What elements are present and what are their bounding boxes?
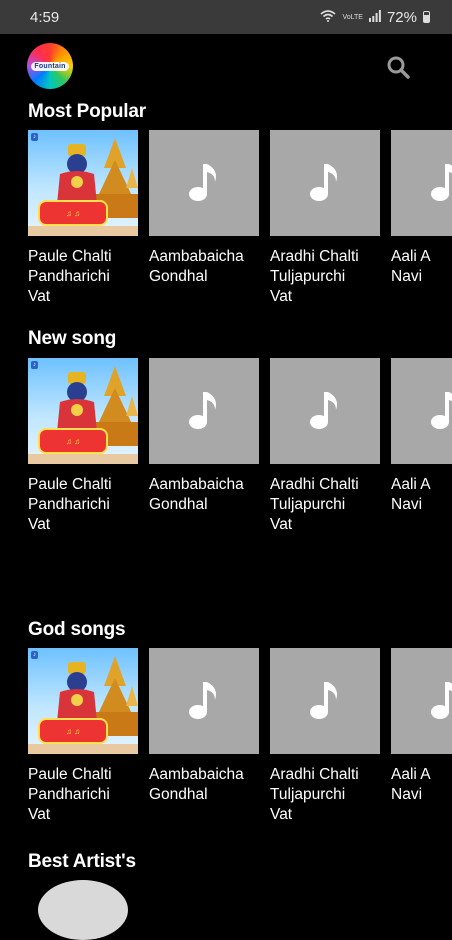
song-card[interactable]: ♪ ♫ ♫ Paule Chalti Pandharichi Vat xyxy=(28,130,138,307)
song-card[interactable]: Aradhi Chalti Tuljapurchi Vat xyxy=(270,130,380,307)
song-card[interactable]: Aali A Navi xyxy=(391,648,452,805)
album-art[interactable]: ♪ ♫ ♫ xyxy=(28,130,138,236)
album-banner: ♫ ♫ xyxy=(38,428,108,454)
song-title[interactable]: Aambabaicha Gondhal xyxy=(149,765,259,805)
song-title[interactable]: Aradhi Chalti Tuljapurchi Vat xyxy=(270,475,380,535)
song-row-most-popular[interactable]: ♪ ♫ ♫ Paule Chalti Pandharichi Vat Aamba… xyxy=(0,130,452,310)
song-row-new-song[interactable]: ♪ ♫ ♫ Paule Chalti Pandharichi Vat Aamba… xyxy=(0,358,452,538)
song-title[interactable]: Paule Chalti Pandharichi Vat xyxy=(28,475,138,535)
section-title-best-artists: Best Artist's xyxy=(28,851,136,872)
artist-avatar[interactable] xyxy=(38,880,128,940)
search-icon[interactable] xyxy=(386,55,410,79)
music-note-icon xyxy=(431,392,452,429)
song-card[interactable]: ♪ ♫ ♫ Paule Chalti Pandharichi Vat xyxy=(28,648,138,825)
status-time: 4:59 xyxy=(30,8,60,26)
song-title[interactable]: Aradhi Chalti Tuljapurchi Vat xyxy=(270,247,380,307)
song-title[interactable]: Aradhi Chalti Tuljapurchi Vat xyxy=(270,765,380,825)
album-art[interactable]: ♪ ♫ ♫ xyxy=(28,358,138,464)
logo-text: Fountain xyxy=(31,61,69,71)
status-icons: VoLTE 72% xyxy=(320,9,430,26)
music-note-icon xyxy=(431,164,452,201)
song-title[interactable]: Paule Chalti Pandharichi Vat xyxy=(28,247,138,307)
album-art[interactable]: ♪ ♫ ♫ xyxy=(28,648,138,754)
song-card[interactable]: Aambabaicha Gondhal xyxy=(149,130,259,287)
brand-tag: ♪ xyxy=(31,651,38,659)
music-note-icon xyxy=(310,164,337,201)
song-thumbnail[interactable] xyxy=(391,130,452,236)
section-title-most-popular: Most Popular xyxy=(28,101,146,122)
song-title[interactable]: Aali A Navi xyxy=(391,247,452,287)
music-note-icon xyxy=(189,392,216,429)
song-thumbnail[interactable] xyxy=(149,130,259,236)
song-card[interactable]: Aambabaicha Gondhal xyxy=(149,648,259,805)
song-title[interactable]: Aambabaicha Gondhal xyxy=(149,247,259,287)
album-banner: ♫ ♫ xyxy=(38,718,108,744)
album-banner: ♫ ♫ xyxy=(38,200,108,226)
signal-icon xyxy=(368,9,381,25)
brand-tag: ♪ xyxy=(31,133,38,141)
song-card[interactable]: Aali A Navi xyxy=(391,358,452,515)
song-thumbnail[interactable] xyxy=(270,358,380,464)
song-thumbnail[interactable] xyxy=(149,358,259,464)
music-note-icon xyxy=(189,164,216,201)
music-note-icon xyxy=(189,682,216,719)
song-card[interactable]: Aambabaicha Gondhal xyxy=(149,358,259,515)
song-title[interactable]: Aali A Navi xyxy=(391,765,452,805)
song-card[interactable]: ♪ ♫ ♫ Paule Chalti Pandharichi Vat xyxy=(28,358,138,535)
song-row-god-songs[interactable]: ♪ ♫ ♫ Paule Chalti Pandharichi Vat Aamba… xyxy=(0,648,452,828)
song-title[interactable]: Aali A Navi xyxy=(391,475,452,515)
app-bar: Fountain xyxy=(0,34,452,96)
wifi-icon xyxy=(320,9,336,25)
network-type: VoLTE xyxy=(342,13,363,21)
brand-tag: ♪ xyxy=(31,361,38,369)
app-logo[interactable]: Fountain xyxy=(27,43,73,89)
music-note-icon xyxy=(431,682,452,719)
song-thumbnail[interactable] xyxy=(270,130,380,236)
song-card[interactable]: Aradhi Chalti Tuljapurchi Vat xyxy=(270,358,380,535)
section-title-god-songs: God songs xyxy=(28,619,126,640)
song-thumbnail[interactable] xyxy=(391,648,452,754)
song-thumbnail[interactable] xyxy=(149,648,259,754)
battery-percent: 72% xyxy=(386,8,417,26)
status-bar: 4:59 VoLTE 72% xyxy=(0,0,452,34)
music-note-icon xyxy=(310,682,337,719)
song-card[interactable]: Aali A Navi xyxy=(391,130,452,287)
section-title-new-song: New song xyxy=(28,328,117,349)
song-card[interactable]: Aradhi Chalti Tuljapurchi Vat xyxy=(270,648,380,825)
battery-icon xyxy=(423,11,430,23)
song-thumbnail[interactable] xyxy=(270,648,380,754)
song-title[interactable]: Aambabaicha Gondhal xyxy=(149,475,259,515)
song-title[interactable]: Paule Chalti Pandharichi Vat xyxy=(28,765,138,825)
music-note-icon xyxy=(310,392,337,429)
song-thumbnail[interactable] xyxy=(391,358,452,464)
